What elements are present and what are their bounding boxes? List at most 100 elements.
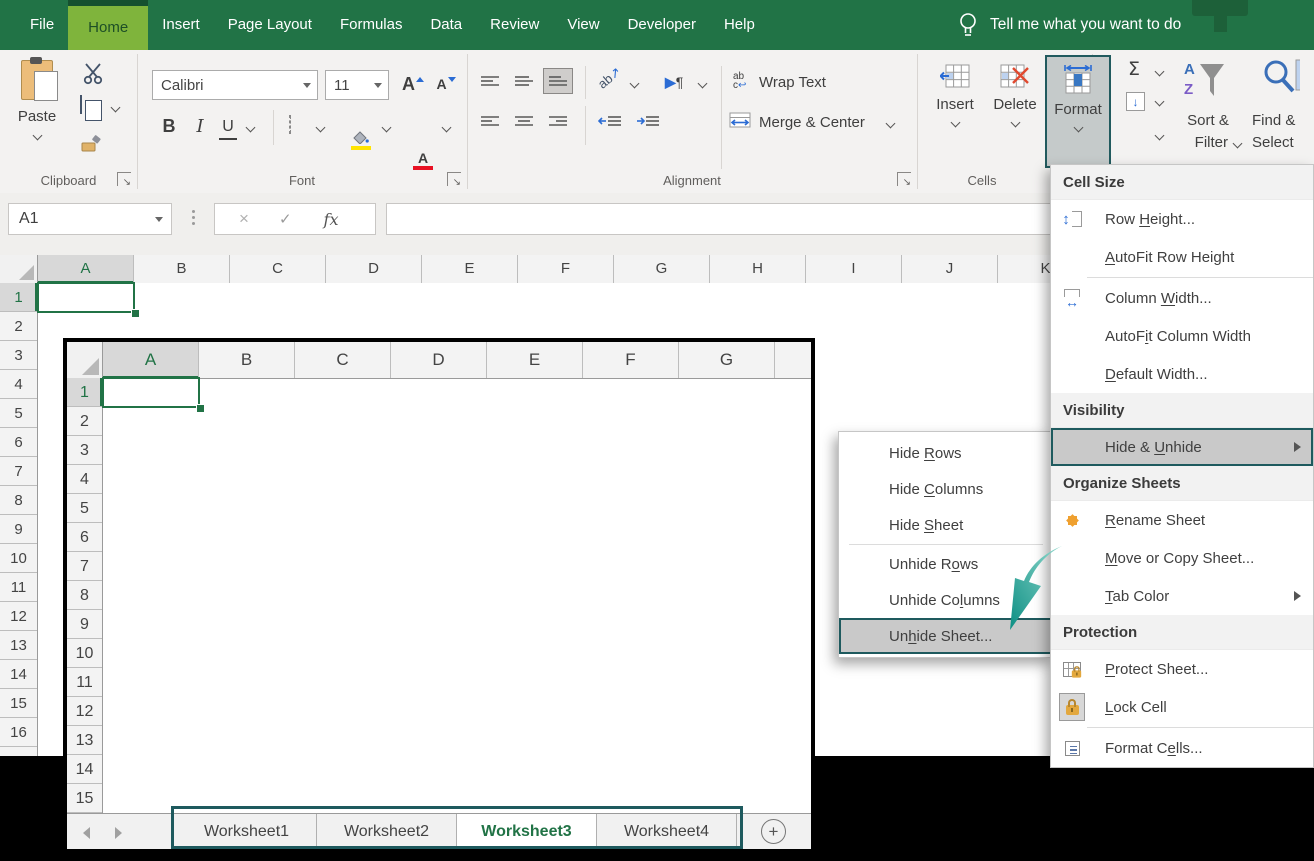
menu-item-row-height[interactable]: ↕Row Height... xyxy=(1051,200,1313,238)
row-header-10[interactable]: 10 xyxy=(0,544,37,573)
column-header-g[interactable]: G xyxy=(614,255,710,283)
submenu-item-unhide-columns[interactable]: Unhide Columns xyxy=(839,582,1053,618)
submenu-item-hide-rows[interactable]: Hide Rows xyxy=(839,435,1053,471)
middle-align-button[interactable] xyxy=(509,68,539,94)
sort-filter-dropdown-chevron-icon[interactable] xyxy=(1233,139,1243,149)
fill-color-dropdown-chevron-icon[interactable] xyxy=(382,123,392,133)
menu-item-hide-unhide[interactable]: Hide & Unhide xyxy=(1051,428,1313,466)
row-header-7[interactable]: 7 xyxy=(0,457,37,486)
clipboard-dialog-launcher[interactable] xyxy=(117,172,131,186)
ribbon-tab-view[interactable]: View xyxy=(553,0,613,50)
submenu-item-unhide-sheet[interactable]: Unhide Sheet... xyxy=(839,618,1053,654)
font-size-combobox[interactable]: 11 xyxy=(325,70,389,100)
menu-item-move-or-copy-sheet[interactable]: Move or Copy Sheet... xyxy=(1051,539,1313,577)
embedded-worksheet-image[interactable]: ABCDEFG 123456789101112131415 Worksheet1… xyxy=(63,338,815,853)
ribbon-tab-developer[interactable]: Developer xyxy=(614,0,710,50)
column-header-k[interactable]: K xyxy=(998,255,1050,283)
ribbon-tab-insert[interactable]: Insert xyxy=(148,0,214,50)
ribbon-tab-page-layout[interactable]: Page Layout xyxy=(214,0,326,50)
row-header-15[interactable]: 15 xyxy=(0,689,37,718)
column-header-j[interactable]: J xyxy=(902,255,998,283)
row-header-16[interactable]: 16 xyxy=(0,718,37,747)
fill-handle[interactable] xyxy=(131,309,140,318)
menu-item-rename-sheet[interactable]: Rename Sheet xyxy=(1051,501,1313,539)
cancel-icon[interactable]: × xyxy=(239,209,249,229)
row-header-11[interactable]: 11 xyxy=(0,573,37,602)
italic-button[interactable]: I xyxy=(189,112,211,140)
row-header-3[interactable]: 3 xyxy=(0,341,37,370)
select-all-corner[interactable] xyxy=(0,255,38,283)
decrease-font-size-button[interactable]: A xyxy=(431,68,461,100)
name-box-dropdown-icon[interactable] xyxy=(155,217,163,222)
tell-me-box[interactable]: Tell me what you want to do xyxy=(958,0,1181,50)
sort-filter-label-1[interactable]: Sort & xyxy=(1176,112,1240,129)
row-header-14[interactable]: 14 xyxy=(0,660,37,689)
borders-dropdown-chevron-icon[interactable] xyxy=(316,123,326,133)
column-header-i[interactable]: I xyxy=(806,255,902,283)
fill-dropdown-chevron-icon[interactable] xyxy=(1155,97,1165,107)
menu-item-format-cells[interactable]: Format Cells... xyxy=(1051,729,1313,767)
active-cell-selection[interactable] xyxy=(37,282,135,313)
ribbon-tab-file[interactable]: File xyxy=(16,0,68,50)
alignment-dialog-launcher[interactable] xyxy=(897,172,911,186)
orientation-icon[interactable]: ab↗ xyxy=(595,64,625,93)
merge-center-dropdown-chevron-icon[interactable] xyxy=(886,119,896,129)
find-select-label-2[interactable]: Select xyxy=(1252,134,1294,151)
increase-indent-button[interactable] xyxy=(633,108,663,134)
menu-item-autofit-column-width[interactable]: AutoFit Column Width xyxy=(1051,317,1313,355)
row-header-17[interactable]: 17 xyxy=(0,747,37,756)
menu-item-protect-sheet[interactable]: Protect Sheet... xyxy=(1051,650,1313,688)
underline-button[interactable]: U xyxy=(219,114,237,140)
row-header-12[interactable]: 12 xyxy=(0,602,37,631)
increase-font-size-button[interactable]: A xyxy=(397,68,429,100)
align-right-button[interactable] xyxy=(543,108,573,134)
row-header-9[interactable]: 9 xyxy=(0,515,37,544)
format-painter-icon[interactable] xyxy=(80,134,102,154)
menu-item-column-width[interactable]: ↔Column Width... xyxy=(1051,279,1313,317)
ribbon-tab-home[interactable]: Home xyxy=(68,6,148,50)
center-button[interactable] xyxy=(509,108,539,134)
orientation-dropdown-chevron-icon[interactable] xyxy=(630,79,640,89)
column-header-h[interactable]: H xyxy=(710,255,806,283)
align-left-button[interactable] xyxy=(475,108,505,134)
row-header-5[interactable]: 5 xyxy=(0,399,37,428)
row-header-4[interactable]: 4 xyxy=(0,370,37,399)
menu-item-tab-color[interactable]: Tab Color xyxy=(1051,577,1313,615)
font-color-dropdown-chevron-icon[interactable] xyxy=(442,123,452,133)
underline-dropdown-chevron-icon[interactable] xyxy=(246,123,256,133)
submenu-item-hide-sheet[interactable]: Hide Sheet xyxy=(839,507,1053,543)
formula-bar-splitter[interactable] xyxy=(192,210,195,225)
find-select-label-1[interactable]: Find & xyxy=(1252,112,1295,129)
row-header-6[interactable]: 6 xyxy=(0,428,37,457)
submenu-item-hide-columns[interactable]: Hide Columns xyxy=(839,471,1053,507)
autosum-dropdown-chevron-icon[interactable] xyxy=(1155,67,1165,77)
insert-function-icon[interactable]: fx xyxy=(324,210,339,229)
autosum-icon[interactable]: Σ xyxy=(1128,58,1140,80)
text-direction-icon[interactable]: ▶¶ xyxy=(665,74,683,91)
row-header-8[interactable]: 8 xyxy=(0,486,37,515)
decrease-indent-button[interactable] xyxy=(595,108,625,134)
column-header-a[interactable]: A xyxy=(38,255,134,283)
delete-button[interactable]: Delete xyxy=(987,56,1043,166)
font-dialog-launcher[interactable] xyxy=(447,172,461,186)
menu-item-lock-cell[interactable]: Lock Cell xyxy=(1051,688,1313,726)
merge-center-label[interactable]: Merge & Center xyxy=(759,114,865,131)
font-color-icon[interactable]: A xyxy=(413,150,433,170)
row-header-13[interactable]: 13 xyxy=(0,631,37,660)
column-header-f[interactable]: F xyxy=(518,255,614,283)
sort-filter-icon[interactable]: A Z xyxy=(1182,58,1226,104)
insert-button[interactable]: Insert xyxy=(927,56,983,166)
top-align-button[interactable] xyxy=(475,68,505,94)
font-name-combobox[interactable]: Calibri xyxy=(152,70,318,100)
column-header-e[interactable]: E xyxy=(422,255,518,283)
bold-button[interactable]: B xyxy=(157,112,181,140)
row-header-1[interactable]: 1 xyxy=(0,283,37,312)
ribbon-tab-data[interactable]: Data xyxy=(416,0,476,50)
borders-icon[interactable] xyxy=(289,115,291,134)
ribbon-tab-formulas[interactable]: Formulas xyxy=(326,0,417,50)
column-header-c[interactable]: C xyxy=(230,255,326,283)
clear-dropdown-chevron-icon[interactable] xyxy=(1155,131,1165,141)
submenu-item-unhide-rows[interactable]: Unhide Rows xyxy=(839,546,1053,582)
merge-center-icon[interactable] xyxy=(729,112,751,128)
column-header-d[interactable]: D xyxy=(326,255,422,283)
